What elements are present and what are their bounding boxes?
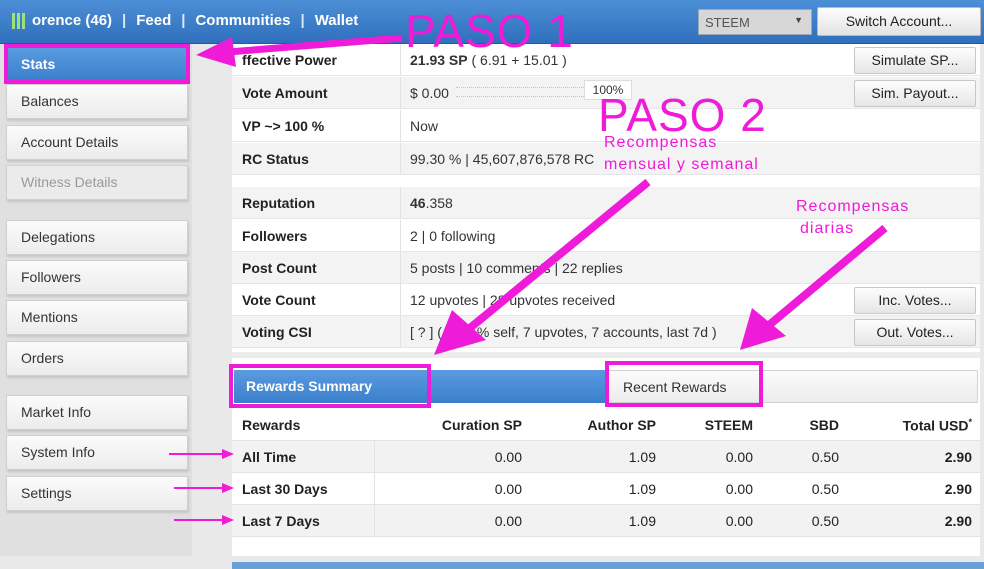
steem-logo-icon	[12, 13, 26, 29]
reputation-value: 46.358	[410, 195, 453, 211]
curation-sp-cell: 0.00	[494, 449, 522, 465]
sidebar: Stats Balances Account Details Witness D…	[0, 44, 192, 556]
tab-recent-rewards[interactable]: Recent Rewards	[606, 370, 978, 403]
rc-status-value: 99.30 % | 45,607,876,578 RC	[410, 151, 595, 167]
table-row: Last 7 Days 0.00 1.09 0.00 0.50 2.90	[232, 505, 980, 537]
row-label: Last 30 Days	[242, 481, 328, 497]
effective-power-row: ffective Power 21.93 SP ( 6.91 + 15.01 )…	[232, 44, 980, 76]
top-bar: orence (46) | Feed | Communities | Walle…	[0, 0, 984, 44]
sidebar-item-orders[interactable]: Orders	[6, 341, 188, 376]
header-sbd: SBD	[809, 417, 839, 433]
nav-separator: |	[181, 12, 186, 29]
followers-value: 2 | 0 following	[410, 228, 496, 244]
header-author-sp: Author SP	[587, 417, 656, 433]
rewards-table: Rewards Curation SP Author SP STEEM SBD …	[232, 409, 980, 537]
header-rewards: Rewards	[242, 417, 301, 433]
rc-status-label: RC Status	[242, 151, 309, 167]
author-sp-cell: 1.09	[628, 513, 656, 529]
post-count-row: Post Count 5 posts | 10 comments | 22 re…	[232, 252, 980, 284]
sbd-cell: 0.50	[811, 449, 839, 465]
sidebar-item-stats[interactable]: Stats	[6, 47, 188, 82]
table-row: Last 30 Days 0.00 1.09 0.00 0.50 2.90	[232, 473, 980, 505]
curation-sp-cell: 0.00	[494, 481, 522, 497]
row-label: Last 7 Days	[242, 513, 320, 529]
sidebar-item-followers[interactable]: Followers	[6, 260, 188, 295]
vote-count-label: Vote Count	[242, 292, 316, 308]
sim-payout-button[interactable]: Sim. Payout...	[854, 80, 976, 107]
reputation-row: Reputation 46.358	[232, 187, 980, 219]
voting-csi-value: [ ? ] ( 0.00 % self, 7 upvotes, 7 accoun…	[410, 324, 717, 340]
sidebar-item-market-info[interactable]: Market Info	[6, 395, 188, 430]
total-usd-cell: 2.90	[944, 513, 972, 529]
sidebar-item-witness-details[interactable]: Witness Details	[6, 165, 188, 200]
steem-cell: 0.00	[725, 513, 753, 529]
vote-amount-value: $ 0.00	[410, 85, 449, 101]
nav-separator: |	[122, 12, 127, 29]
row-label: All Time	[242, 449, 297, 465]
vote-count-row: Vote Count 12 upvotes | 28 upvotes recei…	[232, 284, 980, 316]
bottom-strip	[232, 562, 984, 569]
sbd-cell: 0.50	[811, 481, 839, 497]
rc-status-row: RC Status 99.30 % | 45,607,876,578 RC	[232, 143, 980, 175]
rewards-table-header: Rewards Curation SP Author SP STEEM SBD …	[232, 409, 980, 441]
sidebar-item-system-info[interactable]: System Info	[6, 435, 188, 470]
post-count-label: Post Count	[242, 260, 317, 276]
tab-rewards-summary[interactable]: Rewards Summary	[234, 370, 606, 403]
chain-select[interactable]: STEEM ▼	[698, 9, 812, 35]
section-divider	[232, 352, 980, 358]
voting-csi-label: Voting CSI	[242, 324, 312, 340]
post-count-value: 5 posts | 10 comments | 22 replies	[410, 260, 623, 276]
steem-cell: 0.00	[725, 481, 753, 497]
curation-sp-cell: 0.00	[494, 513, 522, 529]
total-usd-cell: 2.90	[944, 481, 972, 497]
nav-account-link[interactable]: orence (46)	[32, 12, 112, 29]
nav-feed-link[interactable]: Feed	[136, 12, 171, 29]
reputation-label: Reputation	[242, 195, 316, 211]
switch-account-button[interactable]: Switch Account...	[817, 7, 981, 36]
steem-cell: 0.00	[725, 449, 753, 465]
top-nav: orence (46) | Feed | Communities | Walle…	[32, 12, 358, 29]
followers-label: Followers	[242, 228, 308, 244]
sidebar-item-settings[interactable]: Settings	[6, 476, 188, 511]
header-total-usd: Total USD*	[902, 417, 972, 434]
vp-label: VP ~> 100 %	[242, 118, 325, 134]
vote-amount-row: Vote Amount $ 0.00 100% Sim. Payout...	[232, 77, 980, 109]
vp-value: Now	[410, 118, 439, 134]
out-votes-button[interactable]: Out. Votes...	[854, 319, 976, 346]
table-row: All Time 0.00 1.09 0.00 0.50 2.90	[232, 441, 980, 473]
total-usd-cell: 2.90	[944, 449, 972, 465]
sbd-cell: 0.50	[811, 513, 839, 529]
author-sp-cell: 1.09	[628, 449, 656, 465]
main-panel: ffective Power 21.93 SP ( 6.91 + 15.01 )…	[232, 44, 980, 556]
simulate-sp-button[interactable]: Simulate SP...	[854, 47, 976, 74]
header-curation-sp: Curation SP	[441, 417, 522, 433]
followers-row: Followers 2 | 0 following	[232, 220, 980, 252]
sidebar-item-balances[interactable]: Balances	[6, 84, 188, 119]
effective-power-label: ffective Power	[242, 52, 337, 68]
vote-count-value: 12 upvotes | 28 upvotes received	[410, 292, 616, 308]
voting-csi-row: Voting CSI [ ? ] ( 0.00 % self, 7 upvote…	[232, 316, 980, 348]
author-sp-cell: 1.09	[628, 481, 656, 497]
nav-separator: |	[300, 12, 305, 29]
header-steem: STEEM	[704, 417, 753, 433]
chevron-down-icon: ▼	[794, 15, 803, 25]
sidebar-item-account-details[interactable]: Account Details	[6, 125, 188, 160]
vote-weight-percent: 100%	[584, 80, 632, 100]
chain-select-value: STEEM	[705, 15, 750, 30]
sidebar-item-mentions[interactable]: Mentions	[6, 300, 188, 335]
vote-amount-label: Vote Amount	[242, 85, 328, 101]
effective-power-value: 21.93 SP ( 6.91 + 15.01 )	[410, 52, 567, 68]
inc-votes-button[interactable]: Inc. Votes...	[854, 287, 976, 314]
nav-communities-link[interactable]: Communities	[195, 12, 290, 29]
vp-row: VP ~> 100 % Now	[232, 110, 980, 142]
sidebar-item-delegations[interactable]: Delegations	[6, 220, 188, 255]
nav-wallet-link[interactable]: Wallet	[315, 12, 359, 29]
